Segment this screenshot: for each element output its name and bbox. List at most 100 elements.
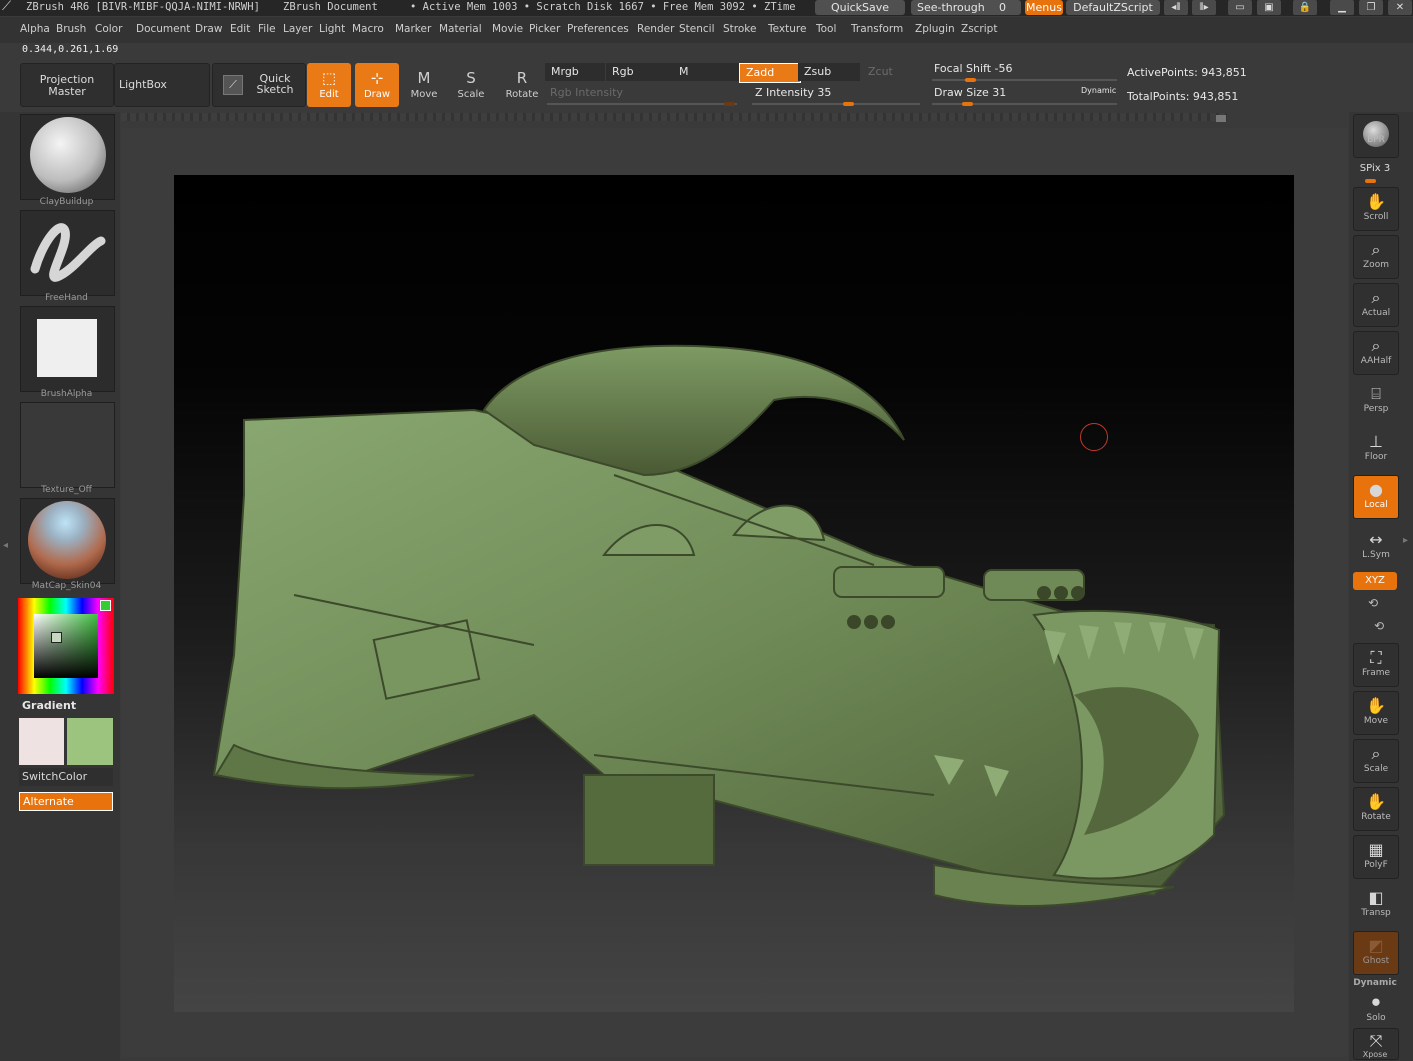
bpr-button[interactable]: BPR <box>1353 114 1399 158</box>
color-picker[interactable] <box>18 598 114 694</box>
rotate-y-icon[interactable]: ⟲ <box>1368 596 1378 610</box>
rgb-intensity-knob[interactable] <box>724 102 735 106</box>
rotate-view-button[interactable]: ✋ Rotate <box>1353 787 1399 831</box>
default-zscript-button[interactable]: DefaultZScript <box>1066 0 1160 15</box>
alpha-thumbnail[interactable] <box>20 306 115 392</box>
menu-file[interactable]: File <box>258 23 276 35</box>
actual-button[interactable]: ⌕ Actual <box>1353 283 1399 327</box>
menu-marker[interactable]: Marker <box>395 23 431 35</box>
edit-tool-button[interactable]: ⬚ Edit <box>307 63 351 107</box>
menu-tool[interactable]: Tool <box>816 23 836 35</box>
hue-marker[interactable] <box>100 600 111 611</box>
gradient-label[interactable]: Gradient <box>22 699 76 712</box>
menu-layer[interactable]: Layer <box>283 23 312 35</box>
layout-alt-icon[interactable]: ▣ <box>1257 0 1281 15</box>
spix-knob[interactable] <box>1365 179 1376 183</box>
move-view-button[interactable]: ✋ Move <box>1353 691 1399 735</box>
brush-thumbnail[interactable] <box>20 114 115 200</box>
ruler-handle[interactable] <box>1216 115 1226 122</box>
stroke-thumbnail[interactable] <box>20 210 115 296</box>
z-intensity-label: Z Intensity 35 <box>755 86 832 99</box>
menu-color[interactable]: Color <box>95 23 122 35</box>
minimize-icon[interactable]: ▁ <box>1330 0 1354 15</box>
scale-tool-button[interactable]: S Scale <box>449 63 493 107</box>
menu-zplugin[interactable]: Zplugin <box>915 23 955 35</box>
menu-zscript[interactable]: Zscript <box>961 23 997 35</box>
focal-shift-slider[interactable] <box>932 79 1117 81</box>
layout-icon[interactable]: ▭ <box>1228 0 1252 15</box>
scale-view-button[interactable]: ⌕ Scale <box>1353 739 1399 783</box>
menu-document[interactable]: Document <box>136 23 190 35</box>
floor-button[interactable]: ⊥ Floor <box>1353 427 1399 469</box>
persp-button[interactable]: ⌸ Persp <box>1353 379 1399 421</box>
draw-tool-button[interactable]: ⊹ Draw <box>355 63 399 107</box>
zadd-toggle[interactable]: Zadd <box>739 63 801 83</box>
maximize-icon[interactable]: ❐ <box>1359 0 1383 15</box>
z-intensity-slider[interactable] <box>752 103 920 105</box>
draw-size-slider[interactable] <box>932 103 1117 105</box>
projection-master-button[interactable]: Projection Master <box>20 63 114 107</box>
rotate-tool-button[interactable]: R Rotate <box>500 63 544 107</box>
zcut-toggle[interactable]: Zcut <box>862 63 918 81</box>
close-icon[interactable]: ✕ <box>1388 0 1412 15</box>
next-arrow-icon[interactable]: ⦀▸ <box>1192 0 1216 15</box>
focal-shift-knob[interactable] <box>965 78 976 82</box>
menu-texture[interactable]: Texture <box>768 23 806 35</box>
see-through-slider[interactable]: See-through 0 <box>911 0 1021 15</box>
menu-render[interactable]: Render <box>637 23 674 35</box>
menu-light[interactable]: Light <box>319 23 345 35</box>
lock-icon[interactable]: 🔒 <box>1293 0 1317 15</box>
prev-arrow-icon[interactable]: ◂⦀ <box>1164 0 1188 15</box>
rgb-intensity-slider[interactable] <box>547 103 737 105</box>
quicksave-button[interactable]: QuickSave <box>815 0 905 15</box>
menu-preferences[interactable]: Preferences <box>567 23 629 35</box>
dynamic-toggle[interactable]: Dynamic <box>1081 86 1116 95</box>
scroll-button[interactable]: ✋ Scroll <box>1353 187 1399 231</box>
menu-alpha[interactable]: Alpha <box>20 23 50 35</box>
texture-thumbnail[interactable] <box>20 402 115 488</box>
menu-material[interactable]: Material <box>439 23 482 35</box>
mrgb-toggle[interactable]: Mrgb <box>545 63 605 81</box>
edit-tool-label: Edit <box>319 89 339 100</box>
aahalf-button[interactable]: ⌕ AAHalf <box>1353 331 1399 375</box>
color-picker-square[interactable] <box>34 614 98 678</box>
menu-stencil[interactable]: Stencil <box>679 23 715 35</box>
zoom-button[interactable]: ⌕ Zoom <box>1353 235 1399 279</box>
rgb-toggle[interactable]: Rgb <box>606 63 674 81</box>
menu-edit[interactable]: Edit <box>230 23 250 35</box>
ghost-button[interactable]: ◩ Ghost <box>1353 931 1399 975</box>
color-picker-marker[interactable] <box>51 632 62 643</box>
menu-movie[interactable]: Movie <box>492 23 523 35</box>
lsym-button[interactable]: ↔ L.Sym <box>1353 525 1399 567</box>
frame-button[interactable]: ⛶ Frame <box>1353 643 1399 687</box>
m-toggle[interactable]: M <box>673 63 739 81</box>
menu-brush[interactable]: Brush <box>56 23 86 35</box>
menus-button[interactable]: Menus <box>1025 0 1063 15</box>
xyz-toggle[interactable]: XYZ <box>1353 572 1397 590</box>
z-intensity-knob[interactable] <box>843 102 854 106</box>
secondary-color-swatch[interactable] <box>67 718 113 765</box>
draw-size-knob[interactable] <box>962 102 973 106</box>
alpha-square-icon <box>37 319 97 377</box>
transp-button[interactable]: ◧ Transp <box>1353 883 1399 927</box>
main-color-swatch[interactable] <box>19 718 64 765</box>
switch-color-button[interactable]: SwitchColor <box>19 768 113 786</box>
menu-stroke[interactable]: Stroke <box>723 23 756 35</box>
local-button[interactable]: ● Local <box>1353 475 1399 519</box>
menu-transform[interactable]: Transform <box>851 23 903 35</box>
menu-draw[interactable]: Draw <box>195 23 222 35</box>
alternate-button[interactable]: Alternate <box>19 792 113 811</box>
menu-macro[interactable]: Macro <box>352 23 384 35</box>
rotate-z-icon[interactable]: ⟲ <box>1374 619 1384 633</box>
document-canvas[interactable] <box>174 175 1294 1012</box>
menu-picker[interactable]: Picker <box>529 23 560 35</box>
zsub-toggle[interactable]: Zsub <box>798 63 860 81</box>
spix-slider[interactable]: SPix 3 <box>1353 163 1397 174</box>
move-tool-button[interactable]: M Move <box>402 63 446 107</box>
sculpted-weapon-model[interactable] <box>174 175 1294 1012</box>
polyf-button[interactable]: ▦ PolyF <box>1353 835 1399 879</box>
material-thumbnail[interactable] <box>20 498 115 584</box>
lightbox-button[interactable]: LightBox <box>114 63 210 107</box>
solo-button[interactable]: ⚫ Solo <box>1353 988 1399 1024</box>
quick-sketch-button[interactable]: ⟋ Quick Sketch <box>212 63 306 107</box>
